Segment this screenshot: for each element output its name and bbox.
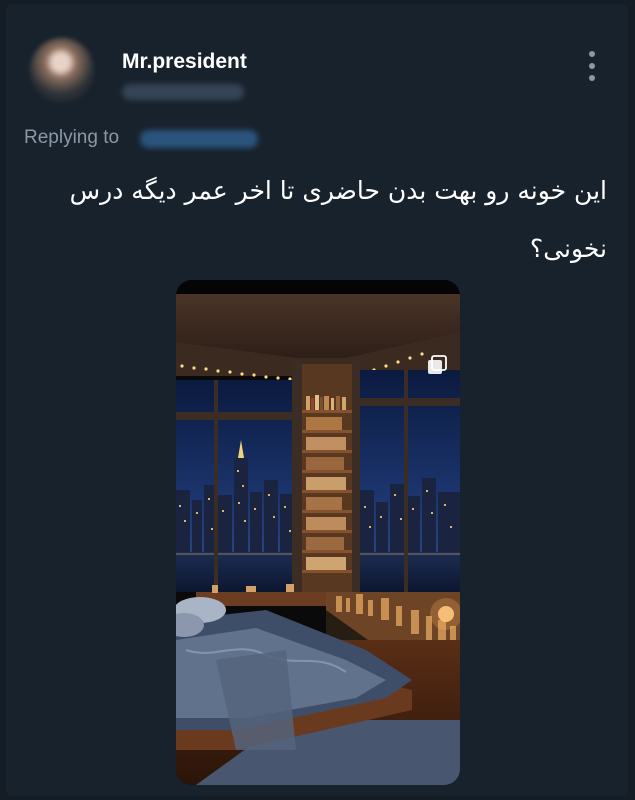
tweet-text: این خونه رو بهت بدن حاضری تا اخر عمر دیگ…	[69, 176, 607, 263]
author-display-name[interactable]: Mr.president	[122, 50, 247, 74]
replying-to-label: Replying to	[24, 127, 120, 148]
avatar[interactable]	[30, 38, 94, 102]
bedroom-night-city-image	[176, 280, 460, 785]
more-vertical-icon[interactable]	[585, 51, 599, 81]
author-handle-redacted	[122, 84, 244, 100]
tweet-media-image[interactable]	[176, 280, 460, 785]
replying-to-handle-redacted[interactable]	[140, 130, 258, 148]
